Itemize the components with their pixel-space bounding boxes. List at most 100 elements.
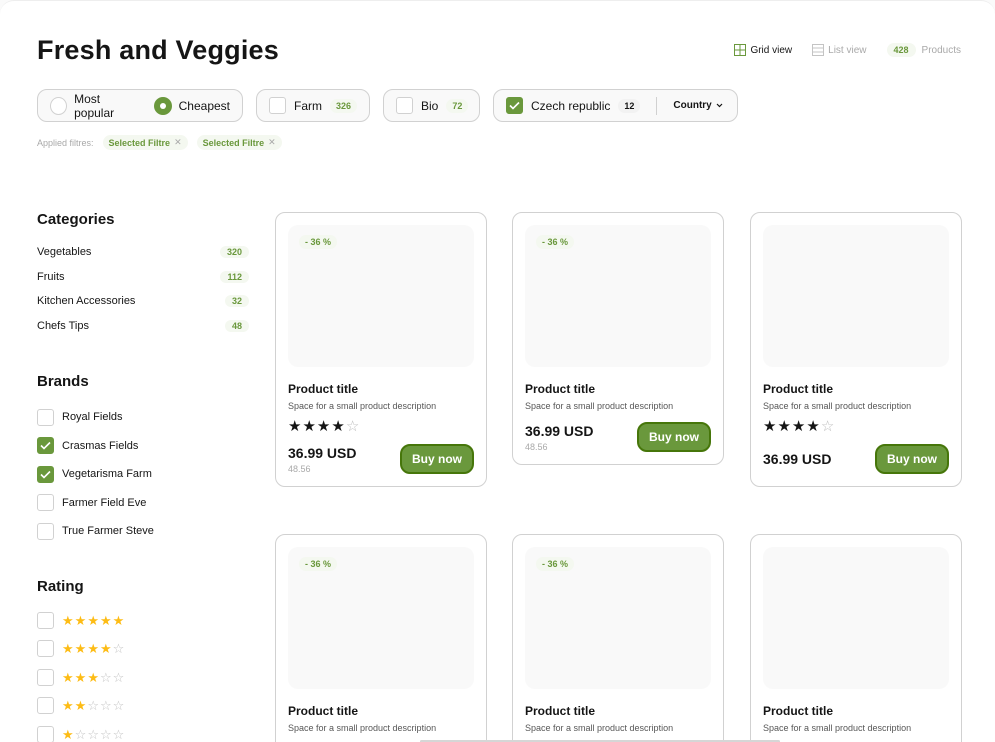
category-label: Chefs Tips: [37, 319, 89, 332]
product-card[interactable]: - 36 % Product title Space for a small p…: [275, 534, 487, 742]
brand-checkbox[interactable]: [37, 494, 54, 512]
grid-view-toggle[interactable]: Grid view: [734, 44, 792, 56]
product-card[interactable]: - 36 % Product title Space for a small p…: [512, 212, 724, 465]
buy-now-button[interactable]: Buy now: [637, 422, 711, 452]
star-filled-icon: ★: [763, 418, 777, 435]
bio-filter[interactable]: Bio 72: [383, 89, 480, 122]
product-title[interactable]: Product title: [288, 382, 474, 396]
rating-checkbox[interactable]: [37, 697, 54, 715]
sort-most-popular[interactable]: Most popular: [50, 92, 140, 120]
categories-heading: Categories: [37, 211, 115, 228]
category-label: Fruits: [37, 270, 65, 283]
product-image[interactable]: - 36 %: [288, 225, 474, 367]
product-price: 36.99 USD: [525, 422, 594, 439]
brand-item[interactable]: True Farmer Steve: [37, 517, 154, 546]
grid-view-label: Grid view: [750, 44, 793, 56]
country-dropdown[interactable]: Country: [673, 100, 723, 111]
product-image[interactable]: [763, 225, 949, 367]
product-title[interactable]: Product title: [763, 382, 949, 396]
rating-checkbox[interactable]: [37, 668, 54, 686]
rating-filter-3[interactable]: ★ ★ ★ ☆ ☆: [37, 663, 124, 692]
product-old-price: 48.56: [288, 463, 311, 474]
rating-checkbox[interactable]: [37, 640, 54, 658]
grid-icon: [734, 44, 747, 56]
sort-filter: Most popular Cheapest: [37, 89, 243, 122]
bio-checkbox[interactable]: [396, 97, 413, 114]
cheapest-radio[interactable]: [153, 96, 172, 115]
rating-checkbox[interactable]: [37, 611, 54, 629]
product-image[interactable]: - 36 %: [525, 547, 711, 689]
buy-now-button[interactable]: Buy now: [400, 444, 474, 474]
product-card[interactable]: - 36 % Product title Space for a small p…: [275, 212, 487, 487]
product-image[interactable]: - 36 %: [288, 547, 474, 689]
bio-count-badge: 72: [446, 98, 469, 113]
category-count: 112: [220, 270, 249, 283]
country-checkbox[interactable]: [506, 97, 523, 114]
star-empty-icon: ☆: [112, 641, 125, 657]
brand-checkbox[interactable]: [37, 437, 54, 455]
rating-filter-1[interactable]: ★ ☆ ☆ ☆ ☆: [37, 720, 124, 742]
star-filled-icon: ★: [316, 418, 331, 435]
category-item[interactable]: Fruits 112: [37, 265, 249, 290]
brand-item[interactable]: Farmer Field Eve: [37, 489, 154, 518]
star-empty-icon: ☆: [112, 698, 125, 714]
categories-section: Categories Vegetables 320 Fruits 112 Kitch…: [37, 211, 249, 338]
star-empty-icon: ☆: [112, 726, 125, 742]
product-image[interactable]: - 36 %: [525, 225, 711, 367]
product-card[interactable]: - 36 % Product title Space for a small p…: [512, 534, 724, 742]
category-item[interactable]: Kitchen Accessories 32: [37, 289, 249, 314]
product-title[interactable]: Product title: [763, 704, 949, 718]
category-count: 48: [224, 319, 249, 332]
product-card[interactable]: Product title Space for a small product …: [750, 212, 962, 487]
applied-filter-label: Selected Filtre: [108, 137, 171, 148]
brand-item[interactable]: Vegetarisma Farm: [37, 460, 154, 489]
sort-cheapest[interactable]: Cheapest: [153, 96, 230, 115]
brand-label: Royal Fields: [62, 411, 123, 424]
category-item[interactable]: Vegetables 320: [37, 240, 249, 265]
star-filled-icon: ★: [87, 669, 99, 685]
page: Fresh and Veggies Grid view List view 42…: [0, 0, 995, 742]
star-filled-icon: ★: [74, 698, 87, 714]
product-description: Space for a small product description: [763, 401, 912, 411]
rating-stars: ★ ★ ☆ ☆ ☆: [62, 699, 124, 712]
applied-filter-tag[interactable]: Selected Filtre ✕: [196, 135, 282, 150]
product-card[interactable]: Product title Space for a small product …: [750, 534, 962, 742]
country-filter: Czech republic 12 Country: [493, 89, 738, 122]
buy-now-button[interactable]: Buy now: [875, 444, 949, 474]
brand-checkbox[interactable]: [37, 408, 54, 426]
filter-bar: Most popular Cheapest Farm 326 Bio 72 Cz…: [37, 89, 738, 122]
rating-filter-4[interactable]: ★ ★ ★ ★ ☆: [37, 635, 124, 664]
product-price: 36.99 USD: [763, 451, 832, 467]
applied-filter-tag[interactable]: Selected Filtre ✕: [102, 135, 188, 150]
brand-checkbox[interactable]: [37, 522, 54, 540]
farm-checkbox[interactable]: [269, 97, 286, 114]
product-title[interactable]: Product title: [288, 704, 474, 718]
rating-filter-2[interactable]: ★ ★ ☆ ☆ ☆: [37, 692, 124, 721]
category-item[interactable]: Chefs Tips 48: [37, 314, 249, 339]
brand-item[interactable]: Royal Fields: [37, 403, 154, 432]
product-title[interactable]: Product title: [525, 704, 711, 718]
chevron-down-icon: [716, 103, 723, 108]
close-icon[interactable]: ✕: [174, 137, 182, 148]
rating-filter-5[interactable]: ★ ★ ★ ★ ★: [37, 606, 124, 635]
product-description: Space for a small product description: [288, 401, 437, 411]
star-empty-icon: ☆: [99, 726, 112, 742]
star-empty-icon: ☆: [820, 418, 835, 435]
product-title[interactable]: Product title: [525, 382, 711, 396]
most-popular-radio[interactable]: [50, 96, 68, 115]
applied-filters-label: Applied filtres:: [37, 137, 94, 148]
product-description: Space for a small product description: [288, 723, 437, 733]
brand-checkbox[interactable]: [37, 465, 54, 483]
star-empty-icon: ☆: [74, 726, 87, 742]
product-image[interactable]: [763, 547, 949, 689]
list-view-toggle[interactable]: List view: [812, 44, 867, 56]
rating-checkbox[interactable]: [37, 725, 54, 742]
star-filled-icon: ★: [99, 612, 112, 628]
category-count: 32: [224, 295, 249, 308]
close-icon[interactable]: ✕: [268, 137, 276, 148]
farm-filter[interactable]: Farm 326: [256, 89, 370, 122]
rating-stars: ★ ☆ ☆ ☆ ☆: [62, 728, 124, 741]
brand-item[interactable]: Crasmas Fields: [37, 432, 154, 461]
brands-heading: Brands: [37, 373, 89, 390]
list-icon: [812, 44, 825, 56]
